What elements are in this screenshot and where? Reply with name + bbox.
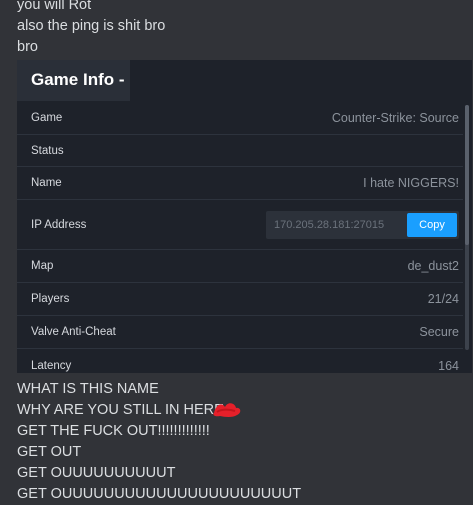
row-label: Latency <box>31 359 72 372</box>
row-value: 164 <box>438 358 459 373</box>
chat-message: GET OUT <box>17 444 82 460</box>
row-label: Game <box>31 111 63 124</box>
scrollbar-thumb[interactable] <box>465 105 469 245</box>
row-label: Valve Anti-Cheat <box>31 326 116 338</box>
game-info-title: Game Info - <box>17 60 130 101</box>
row-ip-address: IP Address 170.205.28.181:27015 Copy <box>17 200 463 250</box>
ip-address-value[interactable]: 170.205.28.181:27015 <box>274 219 384 231</box>
row-anti-cheat: Valve Anti-Cheat Secure <box>17 316 463 349</box>
row-label: Name <box>31 177 62 189</box>
row-name: Name I hate NIGGERS! <box>17 167 463 200</box>
row-label: Players <box>31 293 70 305</box>
row-label: Map <box>31 260 54 272</box>
game-info-card: Game Info - Game Counter-Strike: Source … <box>17 60 472 373</box>
title-bar-background <box>130 60 472 101</box>
chat-message: you will Rot <box>17 0 92 13</box>
row-status: Status <box>17 135 463 167</box>
message-group-bottom: WHAT IS THIS NAME WHY ARE YOU STILL IN H… <box>0 379 301 505</box>
row-value: Counter-Strike: Source <box>331 110 459 125</box>
scrollbar[interactable] <box>465 105 469 350</box>
red-scribble-redaction <box>213 403 241 417</box>
row-value: 21/24 <box>427 292 459 306</box>
copy-button[interactable]: Copy <box>407 212 457 237</box>
row-label: IP Address <box>31 218 87 231</box>
chat-message: GET OUUUUUUUUUUUUUUUUUUUUUUT <box>17 486 302 502</box>
chat-message: GET OUUUUUUUUUUT <box>17 465 176 481</box>
ip-address-field[interactable]: 170.205.28.181:27015 Copy <box>266 210 459 239</box>
row-value: Secure <box>419 325 459 339</box>
row-players: Players 21/24 <box>17 283 463 316</box>
chat-message: GET THE FUCK OUT!!!!!!!!!!!!! <box>17 423 210 439</box>
message-group-top: you will Rot also the ping is shit bro b… <box>0 0 165 58</box>
game-info-rows: Game Counter-Strike: Source Status Name … <box>17 101 463 373</box>
chat-message: also the ping is shit bro <box>17 18 166 34</box>
row-value: de_dust2 <box>407 259 459 273</box>
chat-message: WHY ARE YOU STILL IN HERE <box>17 402 224 418</box>
chat-message: WHAT IS THIS NAME <box>17 381 159 397</box>
row-game: Game Counter-Strike: Source <box>17 101 463 135</box>
row-latency: Latency 164 <box>17 349 463 373</box>
chat-message: bro <box>17 39 38 55</box>
row-value: I hate NIGGERS! <box>363 176 459 190</box>
row-map: Map de_dust2 <box>17 250 463 283</box>
row-label: Status <box>31 144 64 157</box>
